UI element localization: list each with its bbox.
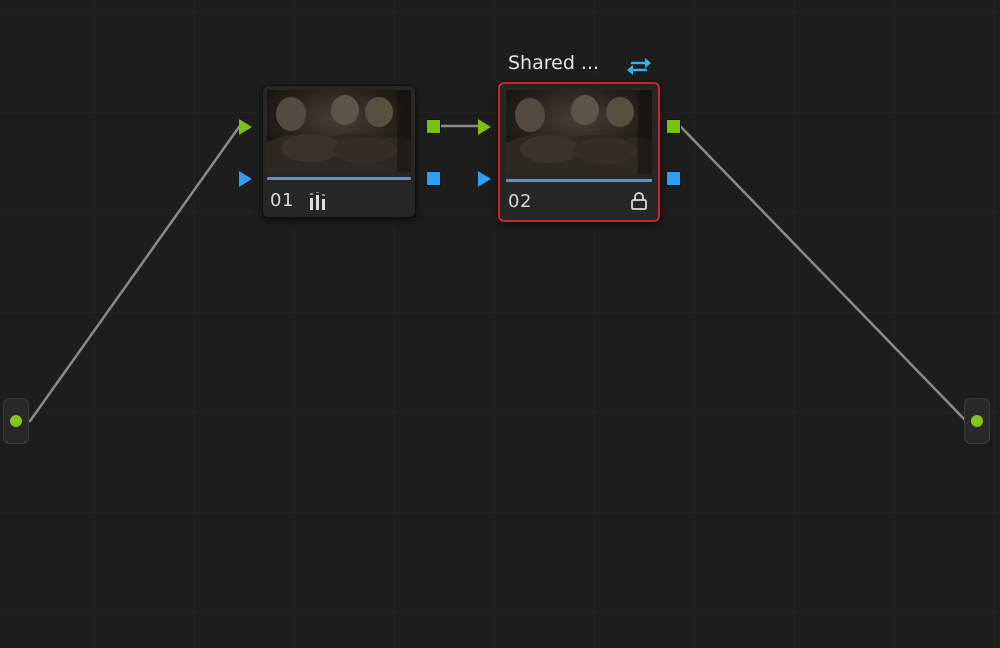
node-graph-canvas[interactable]: 01 Shared ... 02 xyxy=(0,0,1000,648)
levels-bars-icon xyxy=(309,192,327,214)
wire-source-to-node-01 xyxy=(28,125,241,423)
node-progress-bar xyxy=(506,179,652,182)
output-node[interactable] xyxy=(964,398,990,444)
node-02-rgb-input[interactable] xyxy=(478,119,492,135)
source-input-node[interactable] xyxy=(3,398,29,444)
output-dot-icon[interactable] xyxy=(971,415,983,427)
node-thumbnail xyxy=(506,90,652,174)
node-01-alpha-input[interactable] xyxy=(239,171,253,187)
node-label: 02 xyxy=(508,191,532,212)
node-label: 01 xyxy=(270,190,294,211)
source-dot-icon[interactable] xyxy=(10,415,22,427)
node-thumbnail xyxy=(267,90,411,172)
node-01[interactable]: 01 xyxy=(262,85,416,218)
shared-node-title: Shared ... xyxy=(508,52,600,74)
node-progress-bar xyxy=(267,177,411,180)
swap-arrows-icon[interactable] xyxy=(626,55,652,81)
lock-icon xyxy=(630,191,648,215)
node-01-rgb-output[interactable] xyxy=(426,119,441,134)
node-02-rgb-output[interactable] xyxy=(666,119,681,134)
node-01-rgb-input[interactable] xyxy=(239,119,253,135)
node-01-alpha-output[interactable] xyxy=(426,171,441,186)
wire-node-02-to-output xyxy=(679,125,968,423)
node-02-alpha-output[interactable] xyxy=(666,171,681,186)
node-02-alpha-input[interactable] xyxy=(478,171,492,187)
node-02[interactable]: 02 xyxy=(498,82,660,222)
